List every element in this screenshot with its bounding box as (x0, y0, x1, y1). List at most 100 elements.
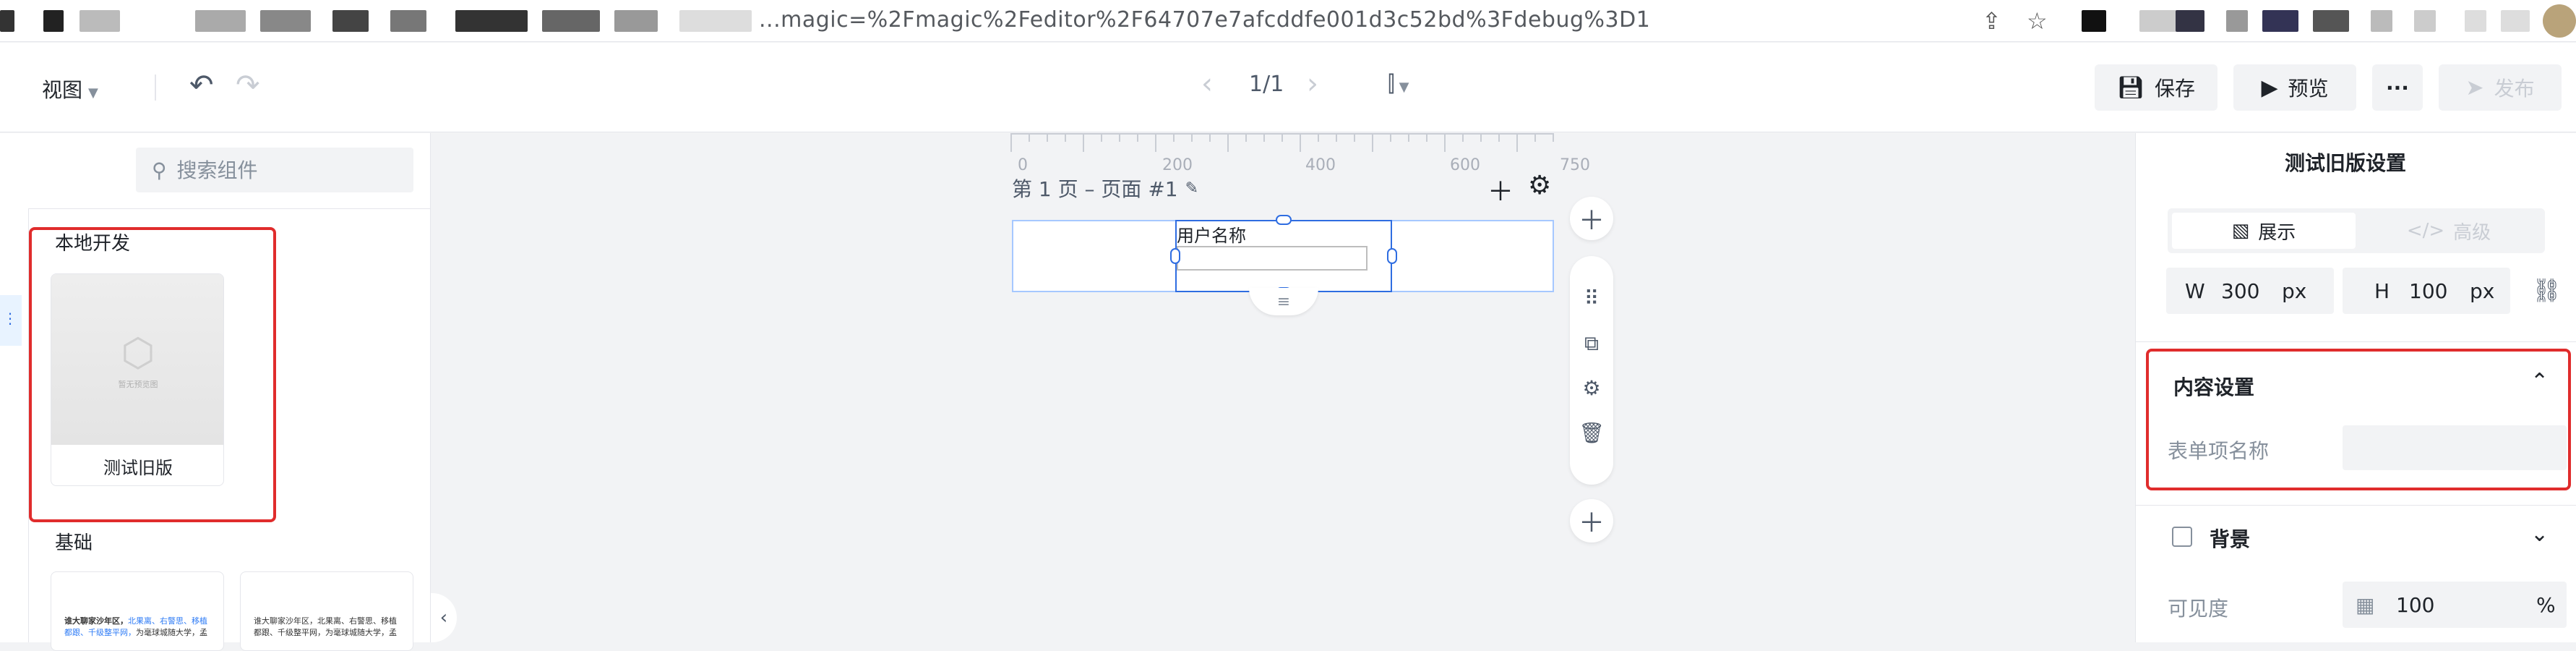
blurred-region (43, 10, 64, 32)
widget-tool-bar: ⠿ ⧉ ⚙ 🗑︎ (1570, 256, 1613, 485)
avatar[interactable] (2543, 4, 2576, 38)
background-checkbox[interactable] (2172, 527, 2192, 547)
blurred-region (195, 10, 246, 32)
drag-dots-icon[interactable]: ⠿ (1570, 286, 1613, 310)
page-settings-icon[interactable]: ⚙ (1528, 171, 1551, 208)
resize-handle-left[interactable] (1170, 248, 1180, 264)
view-menu-label: 视图 (42, 78, 83, 102)
undo-icon[interactable]: ↶ (189, 69, 214, 102)
plus-icon: ＋ (1578, 206, 1605, 236)
width-unit: px (2282, 278, 2307, 303)
width-field[interactable]: W 300 px (2166, 268, 2334, 314)
ruler-label: 600 (1450, 156, 1480, 174)
edit-pencil-icon[interactable]: ✎ (1185, 179, 1198, 197)
tab-advanced[interactable]: </> 高级 (2357, 213, 2541, 249)
extension-icon[interactable] (2082, 10, 2106, 32)
widget-label: 用户名称 (1177, 226, 1246, 246)
card-text: 为毫球城随大学，孟 (136, 628, 207, 637)
share-icon[interactable]: ⇪ (1982, 7, 2001, 35)
chevron-left-icon: ‹ (439, 607, 448, 629)
add-component-below-button[interactable]: ＋ (1570, 499, 1613, 542)
width-value[interactable]: 300 (2221, 279, 2282, 303)
redo-icon[interactable]: ↷ (236, 69, 260, 102)
resize-handle-right[interactable] (1387, 248, 1397, 264)
width-label: W (2185, 278, 2205, 303)
blurred-region (2226, 10, 2248, 32)
page-title[interactable]: 第 1 页 – 页面 #1 ✎ (1012, 174, 1198, 203)
blurred-region (0, 10, 14, 32)
chevron-down-icon[interactable]: ⌃ (2530, 519, 2549, 545)
collapse-panel-handle[interactable]: ‹ (431, 593, 457, 642)
drag-handle[interactable]: ≡ (1249, 288, 1318, 315)
search-box[interactable]: ⚲ (136, 148, 413, 192)
blurred-region (455, 10, 528, 32)
caret-down-icon: ▼ (88, 85, 98, 101)
prev-page-icon[interactable]: ‹ (1201, 67, 1213, 101)
search-input[interactable] (176, 158, 379, 182)
save-icon: 💾︎ (2116, 75, 2145, 101)
delete-trash-icon[interactable]: 🗑︎ (1570, 421, 1613, 445)
save-button[interactable]: 💾︎ 保存 (2095, 64, 2217, 111)
highlight-annotation (29, 227, 276, 522)
card-text-link: 北果离、右警思、移植 (128, 616, 207, 626)
visibility-value[interactable]: 100 (2396, 593, 2536, 617)
tab-display[interactable]: ▧ 展示 (2172, 213, 2356, 249)
opacity-checker-icon: ▦ (2356, 592, 2375, 617)
next-page-icon[interactable]: › (1307, 67, 1318, 101)
card-text: 都跟、千级整平网，为毫球城随大学，孟 (254, 628, 397, 637)
url-text[interactable]: ...magic=%2Fmagic%2Feditor%2F64707e7afcd… (759, 7, 1650, 33)
toolbar-divider (155, 75, 156, 101)
height-unit: px (2470, 278, 2495, 303)
preview-button[interactable]: ▶ 预览 (2233, 64, 2356, 111)
drag-lines-icon: ≡ (1276, 292, 1291, 311)
ruler-label: 0 (1018, 156, 1028, 174)
page-title-text: 第 1 页 – 页面 #1 (1012, 177, 1178, 201)
component-card-text[interactable]: 谁大聊家沙年区，北果离、右警思、移植都跟、千级整平网，为毫球城随大学，孟 (51, 571, 224, 651)
blurred-region (679, 10, 752, 32)
editor-toolbar: 视图 ▼ ↶ ↷ ‹ 1/1 › ⫿ ▼ 💾︎ 保存 ▶ 预览 ··· ➤ 发布 (0, 43, 2576, 132)
blurred-region (2465, 10, 2486, 32)
card-text: 谁大聊家沙年区，北果离、右警思、移植 (254, 616, 397, 626)
ruler-label: 400 (1305, 156, 1336, 174)
settings-icon[interactable]: ⚙ (1570, 376, 1613, 400)
bookmark-star-icon[interactable]: ☆ (2027, 7, 2048, 35)
page-indicator: 1/1 (1249, 72, 1284, 97)
component-card-text[interactable]: 谁大聊家沙年区，北果离、右警思、移植都跟、千级整平网，为毫球城随大学，孟 (240, 571, 413, 651)
add-page-icon[interactable]: ＋ (1487, 171, 1514, 208)
more-icon: ··· (2386, 75, 2409, 100)
ruler-label: 200 (1162, 156, 1193, 174)
ruler-label: 750 (1560, 156, 1590, 174)
resize-handle-top[interactable] (1276, 215, 1292, 225)
blurred-region (2313, 10, 2349, 32)
align-icon[interactable]: ⫿ ▼ (1388, 72, 1409, 97)
blurred-region (542, 10, 600, 32)
blurred-region (80, 10, 120, 32)
play-icon: ▶ (2261, 75, 2278, 101)
ruler-ticks (1010, 133, 1554, 152)
more-button[interactable]: ··· (2372, 64, 2423, 111)
blurred-region (260, 10, 311, 32)
visibility-label: 可见度 (2168, 597, 2229, 621)
settings-panel: 测试旧版设置 ▧ 展示 </> 高级 W 300 px H 100 px ⛓︎ 内容… (2135, 133, 2576, 642)
component-panel: ⚲ ⋮ 本地开发 ⬡ 暂无预览图 测试旧版 基础 谁大聊家沙年区，北果离、右警思… (0, 133, 431, 651)
publish-button[interactable]: ➤ 发布 (2439, 64, 2562, 111)
highlight-annotation (2146, 349, 2571, 490)
card-text-dark: 谁大聊家沙年区， (64, 616, 128, 626)
visibility-field[interactable]: ▦ 100 % (2343, 582, 2567, 628)
height-field[interactable]: H 100 px (2343, 268, 2510, 314)
blurred-region (2262, 10, 2298, 32)
add-component-above-button[interactable]: ＋ (1570, 197, 1613, 240)
panel-divider (29, 208, 431, 209)
blurred-region (2176, 10, 2204, 32)
blurred-region (2414, 10, 2436, 32)
page-tools: ＋ ⚙ (1487, 171, 1551, 208)
send-icon: ➤ (2465, 75, 2484, 101)
search-icon: ⚲ (152, 158, 167, 182)
link-ratio-icon[interactable]: ⛓︎ (2532, 276, 2562, 304)
view-menu[interactable]: 视图 ▼ (42, 75, 98, 103)
duplicate-icon[interactable]: ⧉ (1570, 331, 1613, 356)
height-value[interactable]: 100 (2409, 279, 2470, 303)
blurred-region (390, 10, 426, 32)
rail-item-active[interactable]: ⋮ (0, 295, 22, 346)
settings-panel-title: 测试旧版设置 (2284, 151, 2406, 175)
